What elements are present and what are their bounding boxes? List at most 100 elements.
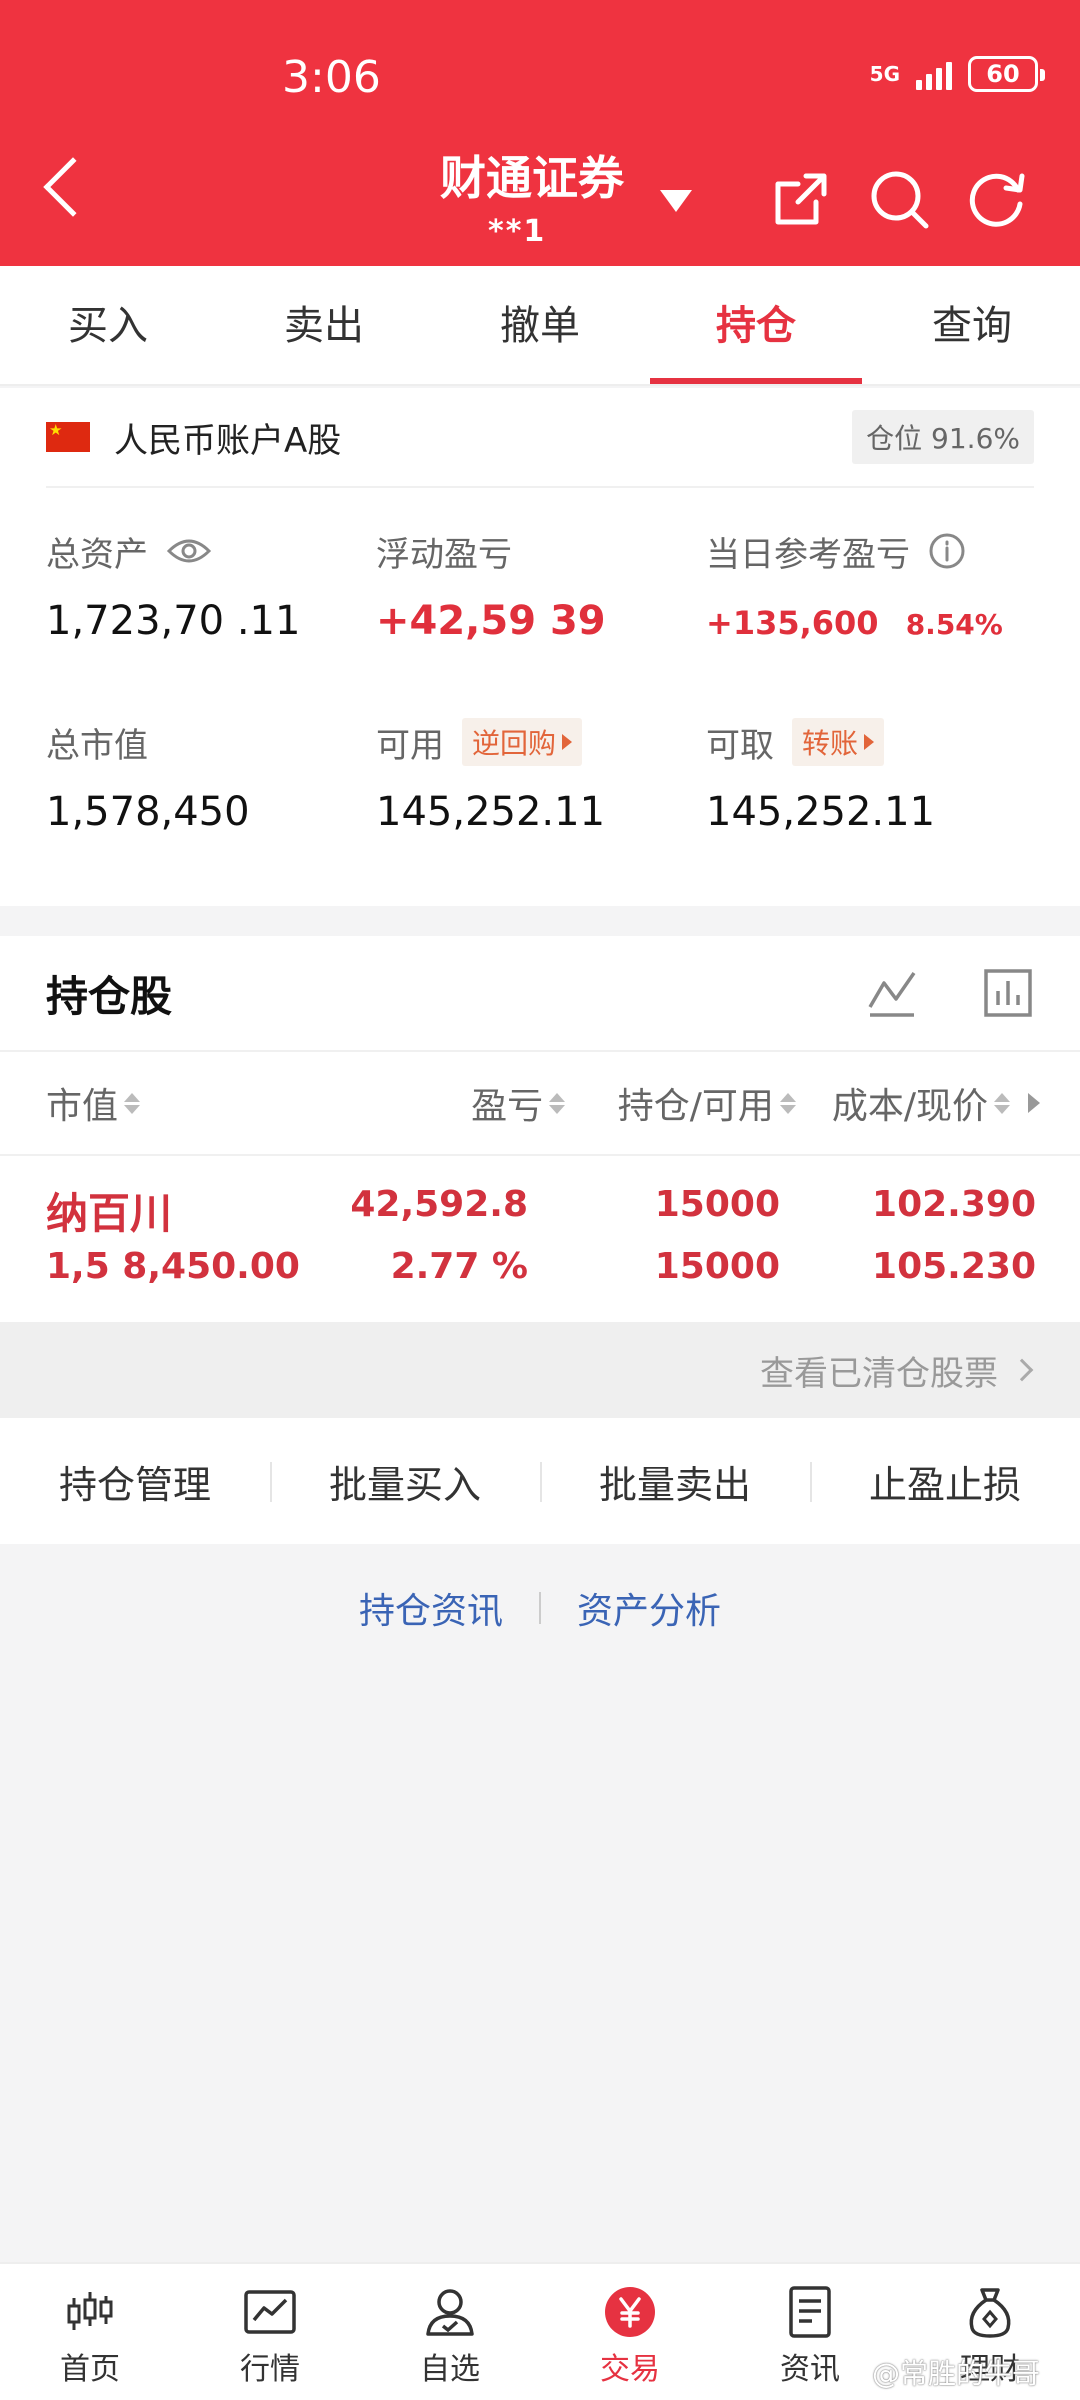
withdrawable-label: 可取 xyxy=(706,725,774,766)
batch-buy-button[interactable]: 批量买入 xyxy=(270,1454,540,1509)
column-market-value-label: 市值 xyxy=(46,1086,119,1127)
take-profit-stop-loss-button[interactable]: 止盈止损 xyxy=(810,1454,1080,1509)
stock-pl-amount: 42,592.8 xyxy=(350,1184,528,1225)
column-profit-loss[interactable]: 盈亏 xyxy=(334,1077,566,1129)
tab-cancel[interactable]: 撤单 xyxy=(432,266,648,384)
chevron-right-icon xyxy=(1010,1358,1034,1382)
market-value-label: 总市值 xyxy=(46,725,148,766)
stock-available: 15000 xyxy=(654,1246,780,1287)
trade-tabs: 买入 卖出 撤单 持仓 查询 xyxy=(0,266,1080,386)
account-summary: 人民币账户A股 仓位 91.6% 总资产 1,723,70 .11 浮动盈亏 +… xyxy=(0,388,1080,906)
column-market-value[interactable]: 市值 xyxy=(46,1077,334,1129)
holdings-columns: 市值 盈亏 持仓/可用 成本/现价 xyxy=(0,1052,1080,1156)
stock-price: 105.230 xyxy=(872,1246,1036,1287)
nav-trade[interactable]: 交易 xyxy=(540,2264,720,2400)
batch-sell-button[interactable]: 批量卖出 xyxy=(540,1454,810,1509)
reverse-repo-button[interactable]: 逆回购 xyxy=(462,718,583,766)
tab-query[interactable]: 查询 xyxy=(864,266,1080,384)
tab-buy[interactable]: 买入 xyxy=(0,266,216,384)
withdrawable-funds: 可取 转账 145,252.11 xyxy=(706,691,1050,894)
stock-pl-percent: 2.77 % xyxy=(390,1246,528,1287)
withdrawable-value: 145,252.11 xyxy=(706,789,936,835)
watermark: @常胜的牛哥 xyxy=(871,2357,1040,2390)
nav-watchlist-label: 自选 xyxy=(420,2352,480,2387)
candlestick-icon xyxy=(67,2292,113,2330)
holding-management-button[interactable]: 持仓管理 xyxy=(0,1454,270,1509)
daily-pl-label: 当日参考盈亏 xyxy=(706,534,910,575)
holdings-title: 持仓股 xyxy=(46,971,173,1021)
daily-pl: 当日参考盈亏 +135,600 8.54% xyxy=(706,488,1050,691)
info-links: 持仓资讯 资产分析 xyxy=(0,1582,1080,1634)
link-divider xyxy=(539,1592,541,1624)
total-assets: 总资产 1,723,70 .11 xyxy=(46,488,376,691)
money-bag-icon xyxy=(969,2288,1011,2338)
stock-name: 纳百川 xyxy=(46,1189,173,1238)
available-value: 145,252.11 xyxy=(376,789,606,835)
user-check-icon xyxy=(426,2289,474,2336)
network-type: 5G xyxy=(869,62,900,86)
info-icon[interactable] xyxy=(928,532,966,570)
daily-pl-percent: 8.54% xyxy=(905,608,1003,641)
refresh-icon[interactable] xyxy=(966,168,1028,230)
column-profit-loss-label: 盈亏 xyxy=(471,1086,544,1127)
trend-chart-icon[interactable] xyxy=(866,967,918,1019)
nav-market-label: 行情 xyxy=(240,2352,300,2387)
floating-pl: 浮动盈亏 +42,59 39 xyxy=(376,488,706,691)
view-cleared-stocks-label: 查看已清仓股票 xyxy=(760,1353,998,1394)
nav-trade-label: 交易 xyxy=(600,2352,660,2387)
scroll-right-icon[interactable] xyxy=(1028,1093,1040,1113)
sort-icon xyxy=(549,1092,566,1114)
page-title[interactable]: 财通证券 xyxy=(440,142,624,208)
column-cost-price[interactable]: 成本/现价 xyxy=(796,1077,1040,1129)
status-icons: 5G 60 xyxy=(869,56,1045,92)
column-cost-price-label: 成本/现价 xyxy=(831,1086,988,1127)
stock-cost: 102.390 xyxy=(872,1184,1036,1225)
view-cleared-stocks-link[interactable]: 查看已清仓股票 xyxy=(0,1322,1080,1418)
market-value: 总市值 1,578,450 xyxy=(46,691,376,894)
available-funds: 可用 逆回购 145,252.11 xyxy=(376,691,706,894)
nav-home[interactable]: 首页 xyxy=(0,2264,180,2400)
column-position[interactable]: 持仓/可用 xyxy=(565,1077,796,1129)
share-icon[interactable] xyxy=(770,168,832,230)
sort-icon xyxy=(124,1092,141,1114)
eye-icon[interactable] xyxy=(166,536,212,566)
bar-chart-icon[interactable] xyxy=(982,967,1034,1019)
column-position-label: 持仓/可用 xyxy=(617,1086,774,1127)
nav-watchlist[interactable]: 自选 xyxy=(360,2264,540,2400)
total-assets-label: 总资产 xyxy=(46,534,148,575)
holdings-news-link[interactable]: 持仓资讯 xyxy=(359,1582,503,1634)
account-label: 人民币账户A股 xyxy=(114,420,342,461)
sort-icon xyxy=(994,1092,1010,1114)
search-icon[interactable] xyxy=(868,168,930,230)
holdings-card: 持仓股 市值 盈亏 持仓/可用 成本/现价 纳百川 1,5 8,450.00 4… xyxy=(0,936,1080,1322)
position-ratio-badge: 仓位 91.6% xyxy=(852,410,1034,464)
floating-pl-value: +42,59 39 xyxy=(376,598,606,644)
account-switch-icon[interactable] xyxy=(660,190,692,212)
market-value-value: 1,578,450 xyxy=(46,789,250,835)
available-label: 可用 xyxy=(376,725,444,766)
table-row[interactable]: 纳百川 1,5 8,450.00 42,592.8 2.77 % 15000 1… xyxy=(0,1156,1080,1316)
china-flag-icon xyxy=(46,421,90,452)
holding-actions: 持仓管理 批量买入 批量卖出 止盈止损 xyxy=(0,1418,1080,1544)
sort-icon xyxy=(779,1092,796,1114)
document-icon xyxy=(789,2286,831,2338)
battery-icon: 60 xyxy=(968,56,1045,92)
line-chart-icon xyxy=(244,2290,296,2334)
status-time: 3:06 xyxy=(282,52,381,103)
asset-analysis-link[interactable]: 资产分析 xyxy=(577,1582,721,1634)
stock-market-value: 1,5 8,450.00 xyxy=(46,1246,300,1287)
back-icon[interactable] xyxy=(43,157,103,217)
app-header: 3:06 5G 60 财通证券 **1 xyxy=(0,0,1080,266)
tab-holdings[interactable]: 持仓 xyxy=(648,266,864,384)
nav-market[interactable]: 行情 xyxy=(180,2264,360,2400)
tab-sell[interactable]: 卖出 xyxy=(216,266,432,384)
floating-pl-label: 浮动盈亏 xyxy=(376,534,512,575)
transfer-button[interactable]: 转账 xyxy=(792,718,885,766)
daily-pl-value: +135,600 xyxy=(706,604,879,642)
nav-home-label: 首页 xyxy=(60,2352,120,2387)
account-row[interactable]: 人民币账户A股 仓位 91.6% xyxy=(46,388,1034,488)
signal-icon xyxy=(916,58,952,90)
yen-icon xyxy=(605,2287,655,2337)
stock-position: 15000 xyxy=(654,1184,780,1225)
account-number: **1 xyxy=(488,214,547,249)
